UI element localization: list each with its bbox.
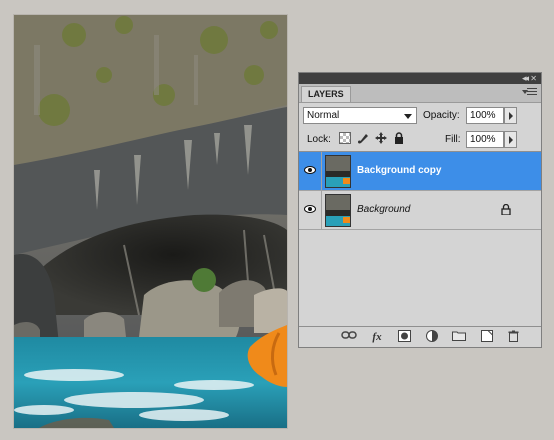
link-layers-icon[interactable] — [341, 330, 357, 344]
visibility-toggle[interactable] — [299, 152, 322, 190]
opacity-label: Opacity: — [423, 110, 460, 121]
collapse-panel-icon[interactable]: ◂◂ — [522, 73, 529, 84]
new-layer-icon[interactable] — [479, 330, 495, 344]
layers-panel: ◂◂ ✕ LAYERS Normal Opacity: 100% Lock: F… — [298, 72, 542, 348]
layer-mask-icon[interactable] — [396, 330, 412, 344]
layers-tab[interactable]: LAYERS — [301, 86, 351, 102]
blend-mode-value: Normal — [307, 110, 340, 121]
eye-icon — [304, 205, 316, 213]
opacity-slider-button[interactable] — [504, 107, 517, 124]
fill-slider-button[interactable] — [504, 131, 517, 148]
eye-icon — [304, 166, 316, 174]
lock-position-icon[interactable] — [375, 132, 387, 144]
layer-row-background[interactable]: Background — [299, 191, 541, 230]
panel-menu-icon[interactable] — [522, 88, 537, 97]
panel-footer: fx — [299, 326, 541, 347]
layer-name: Background copy — [357, 165, 442, 176]
lock-label: Lock: — [307, 134, 331, 145]
dropdown-arrow-icon — [404, 114, 412, 119]
layer-name: Background — [357, 204, 411, 215]
sea-cave-photo — [14, 15, 287, 428]
lock-all-icon[interactable] — [393, 132, 405, 144]
document-canvas-photo[interactable] — [14, 15, 287, 428]
lock-image-icon[interactable] — [357, 132, 369, 144]
layer-thumbnail — [325, 194, 351, 227]
lock-fill-row: Lock: Fill: 100% — [299, 127, 541, 151]
new-group-icon[interactable] — [451, 330, 467, 344]
delete-layer-icon[interactable] — [505, 330, 521, 344]
layer-row-background-copy[interactable]: Background copy — [299, 152, 541, 191]
layers-list: Background copy Background — [299, 151, 541, 325]
layer-thumbnail — [325, 155, 351, 188]
blend-opacity-row: Normal Opacity: 100% — [299, 103, 541, 127]
adjustment-layer-icon[interactable] — [424, 330, 440, 344]
panel-title-bar[interactable]: ◂◂ ✕ — [299, 73, 541, 84]
blend-mode-select[interactable]: Normal — [303, 107, 417, 124]
opacity-input[interactable]: 100% — [466, 107, 504, 124]
layer-locked-icon — [501, 204, 511, 215]
close-panel-icon[interactable]: ✕ — [530, 73, 537, 84]
visibility-toggle[interactable] — [299, 191, 322, 229]
fill-label: Fill: — [445, 134, 461, 145]
fill-input[interactable]: 100% — [466, 131, 504, 148]
panel-tab-row: LAYERS — [299, 84, 541, 103]
lock-transparent-icon[interactable] — [339, 132, 351, 144]
layer-style-fx-icon[interactable]: fx — [369, 330, 385, 344]
